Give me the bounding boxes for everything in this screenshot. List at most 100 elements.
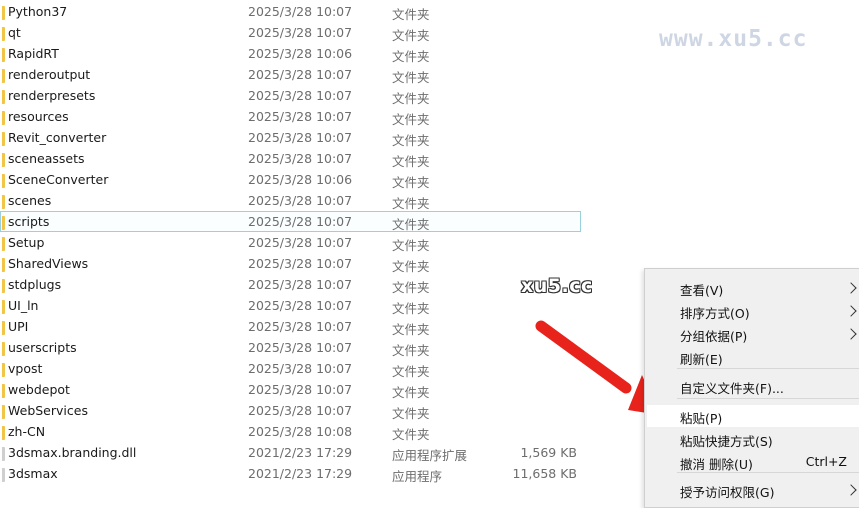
file-date: 2021/2/23 17:29 [248,445,353,460]
menu-item[interactable]: 粘贴(P) [647,405,859,427]
menu-item[interactable]: 粘贴快捷方式(S) [647,428,859,450]
file-row[interactable]: renderpresets 2025/3/28 10:07 文件夹 [0,85,581,106]
file-row[interactable]: qt 2025/3/28 10:07 文件夹 [0,22,581,43]
file-date: 2025/3/28 10:08 [248,424,353,439]
file-row[interactable]: scenes 2025/3/28 10:07 文件夹 [0,190,581,211]
menu-item[interactable]: 授予访问权限(G) [647,479,859,501]
file-name: UPI [8,319,29,334]
file-row[interactable]: SceneConverter 2025/3/28 10:06 文件夹 [0,169,581,190]
file-row[interactable]: WebServices 2025/3/28 10:07 文件夹 [0,400,581,421]
menu-item[interactable]: 排序方式(O) [647,300,859,322]
file-date: 2025/3/28 10:07 [248,319,353,334]
file-date: 2025/3/28 10:07 [248,4,353,19]
file-type: 文件夹 [392,112,430,127]
file-name: Revit_converter [8,130,107,145]
menu-item-label: 排序方式(O) [680,306,750,321]
file-type: 文件夹 [392,175,430,190]
file-size: 1,569 KB [520,445,577,460]
file-name: UI_ln [8,298,39,313]
file-row[interactable]: UPI 2025/3/28 10:07 文件夹 [0,316,581,337]
file-name: userscripts [8,340,77,355]
file-type: 文件夹 [392,343,430,358]
file-icon [2,447,5,461]
folder-icon [2,27,5,41]
file-type: 文件夹 [392,322,430,337]
file-row[interactable]: 3dsmax 2021/2/23 17:29 应用程序 11,658 KB [0,463,581,484]
file-row[interactable]: webdepot 2025/3/28 10:07 文件夹 [0,379,581,400]
menu-item-label: 自定义文件夹(F)... [680,381,784,396]
menu-item-label: 粘贴(P) [680,411,723,426]
folder-icon [2,384,5,398]
file-row[interactable]: userscripts 2025/3/28 10:07 文件夹 [0,337,581,358]
file-type: 文件夹 [392,364,430,379]
file-type: 应用程序 [392,469,443,484]
file-date: 2021/2/23 17:29 [248,466,353,481]
file-date: 2025/3/28 10:07 [248,130,353,145]
file-name: stdplugs [8,277,62,292]
file-row[interactable]: scripts 2025/3/28 10:07 文件夹 [0,211,581,232]
file-type: 文件夹 [392,238,430,253]
folder-icon [2,363,5,377]
file-name: renderpresets [8,88,96,103]
menu-item[interactable]: 自定义文件夹(F)... [647,375,859,397]
file-row[interactable]: Revit_converter 2025/3/28 10:07 文件夹 [0,127,581,148]
file-row[interactable]: Python37 2025/3/28 10:07 文件夹 [0,1,581,22]
folder-icon [2,195,5,209]
file-row[interactable]: 3dsmax.branding.dll 2021/2/23 17:29 应用程序扩展… [0,442,581,463]
file-date: 2025/3/28 10:07 [248,403,353,418]
file-row[interactable]: zh-CN 2025/3/28 10:08 文件夹 [0,421,581,442]
folder-icon [2,321,5,335]
file-row[interactable]: SharedViews 2025/3/28 10:07 文件夹 [0,253,581,274]
file-name: SceneConverter [8,172,109,187]
folder-icon [2,405,5,419]
file-name: SharedViews [8,256,89,271]
file-name: resources [8,109,69,124]
menu-item[interactable]: 分组依据(P) [647,323,859,345]
folder-icon [2,258,5,272]
file-date: 2025/3/28 10:07 [248,277,353,292]
file-row[interactable]: sceneassets 2025/3/28 10:07 文件夹 [0,148,581,169]
file-date: 2025/3/28 10:06 [248,172,353,187]
chevron-right-icon [845,305,857,317]
menu-separator [677,472,859,473]
file-type: 文件夹 [392,7,430,22]
chevron-right-icon [845,282,857,294]
file-type: 文件夹 [392,301,430,316]
file-name: zh-CN [8,424,46,439]
watermark-top: www.xu5.cc [659,26,808,52]
file-date: 2025/3/28 10:06 [248,46,353,61]
menu-item[interactable]: 刷新(E) [647,346,859,368]
menu-item[interactable]: 查看(V) [647,277,859,299]
file-name: 3dsmax [8,466,58,481]
file-row[interactable]: vpost 2025/3/28 10:07 文件夹 [0,358,581,379]
file-name: qt [8,25,21,40]
chevron-right-icon [845,328,857,340]
file-date: 2025/3/28 10:07 [248,235,353,250]
file-row[interactable]: UI_ln 2025/3/28 10:07 文件夹 [0,295,581,316]
file-type: 文件夹 [392,91,430,106]
file-date: 2025/3/28 10:07 [248,214,353,229]
menu-item-label: 撤消 删除(U) [680,457,753,472]
file-name: RapidRT [8,46,59,61]
file-name: sceneassets [8,151,85,166]
folder-icon [2,111,5,125]
file-row[interactable]: RapidRT 2025/3/28 10:06 文件夹 [0,43,581,64]
menu-separator [677,398,859,399]
file-row[interactable]: resources 2025/3/28 10:07 文件夹 [0,106,581,127]
file-icon [2,468,5,482]
folder-icon [2,426,5,440]
file-name: scenes [8,193,52,208]
file-row[interactable]: stdplugs 2025/3/28 10:07 文件夹 [0,274,581,295]
chevron-right-icon [845,484,857,496]
menu-item[interactable]: 撤消 删除(U) Ctrl+Z [647,451,859,473]
file-row[interactable]: renderoutput 2025/3/28 10:07 文件夹 [0,64,581,85]
file-size: 11,658 KB [512,466,577,481]
file-type: 应用程序扩展 [392,448,468,463]
file-type: 文件夹 [392,49,430,64]
file-type: 文件夹 [392,385,430,400]
file-name: vpost [8,361,43,376]
folder-icon [2,69,5,83]
menu-item-label: 查看(V) [680,283,724,298]
file-row[interactable]: Setup 2025/3/28 10:07 文件夹 [0,232,581,253]
folder-icon [2,279,5,293]
